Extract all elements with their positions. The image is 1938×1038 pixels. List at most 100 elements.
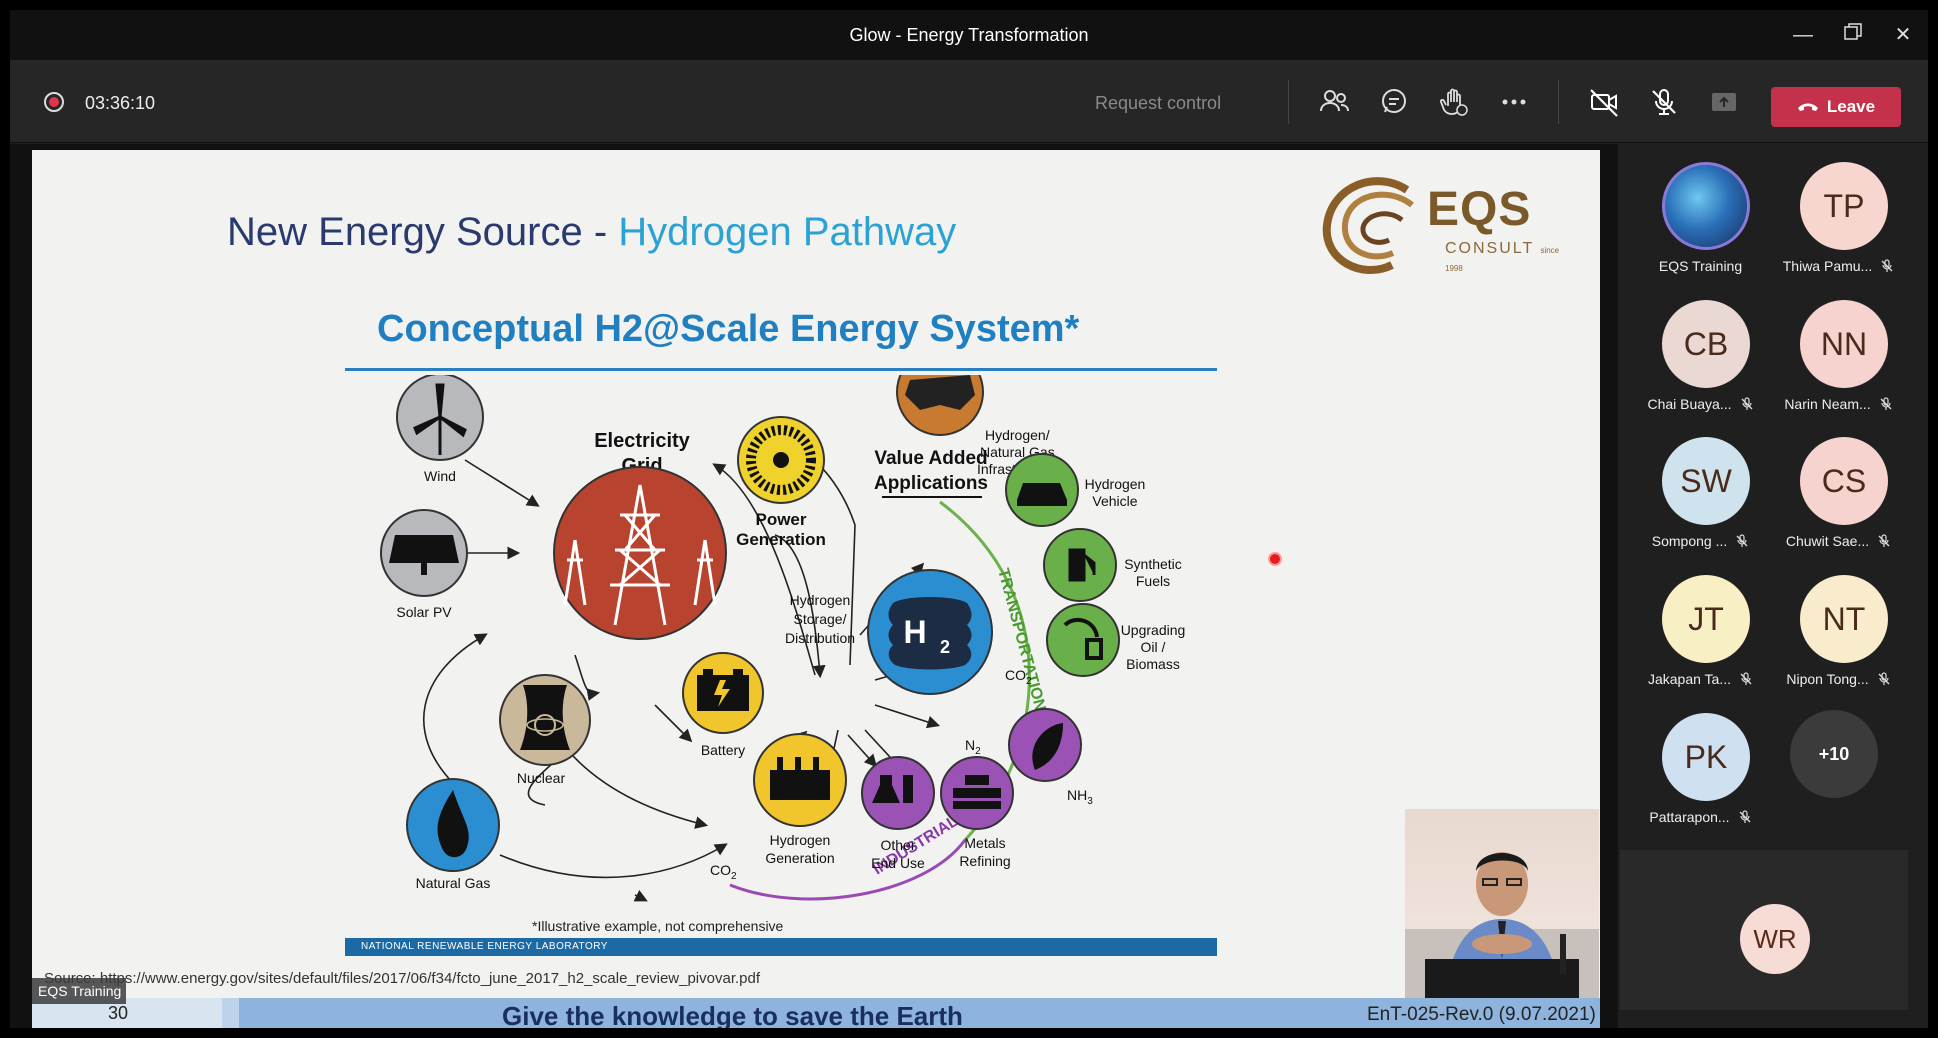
label-n2: N2 [965,737,981,757]
diagram-footnote: *Illustrative example, not comprehensive [532,918,784,934]
participant-tile[interactable]: CS Chuwit Sae... [1770,425,1907,555]
participant-avatar: CB [1662,300,1750,388]
shared-content-stage: New Energy Source - Hydrogen Pathway EQS… [10,144,1618,1028]
spotlight-avatar[interactable]: WR [1740,904,1810,974]
slide-title-main: New Energy Source - [227,210,619,254]
meeting-timer: 03:36:10 [85,93,156,113]
slide-source: Source: https://www.energy.gov/sites/def… [44,970,761,987]
request-control-button[interactable]: Request control [1095,93,1221,114]
participant-tile[interactable]: TP Thiwa Pamu... [1770,150,1907,280]
label-storage-1: Hydrogen [790,592,851,608]
eqs-consult-logo: EQS CONSULT since 1998 [1317,170,1577,280]
label-metals-1: Metals [964,835,1005,851]
mic-off-icon [1740,397,1754,414]
mic-off-icon [1738,810,1752,827]
car-icon [1017,483,1067,506]
camera-off-icon[interactable] [1586,84,1622,120]
toolbar-divider [1288,80,1289,124]
label-other-2: End Use [871,855,925,871]
label-wind: Wind [424,468,456,484]
slide-number: 30 [108,1003,129,1023]
participant-name-text: Pattarapon... [1649,809,1730,825]
mic-off-icon [1735,534,1749,551]
mic-off-icon [1739,672,1753,689]
label-nh3: NH3 [1067,787,1093,807]
label-transportation: TRANSPORTATION [994,567,1048,713]
participant-name-text: Thiwa Pamu... [1782,258,1873,274]
label-generation: Generation [736,530,826,549]
participant-tile[interactable]: JT Jakapan Ta... [1632,563,1769,693]
logo-eqs-text: EQS [1427,183,1532,236]
participant-name-text: Sompong ... [1651,533,1728,549]
close-icon[interactable]: ✕ [1890,22,1916,48]
presenter-name-label: EQS Training [32,978,126,1004]
minimize-icon[interactable]: — [1790,22,1816,48]
nuclear-plant-icon [520,685,570,750]
label-solar: Solar PV [396,604,452,620]
mic-off-icon [1880,259,1894,276]
participant-tile[interactable]: EQS Training [1632,150,1769,280]
participant-name: Pattarapon... [1632,809,1769,827]
slide-slogan: Give the knowledge to save the Earth [502,1001,963,1028]
participant-name-text: Narin Neam... [1784,396,1871,412]
label-upg-1: Upgrading [1121,622,1186,638]
label-nuclear: Nuclear [517,770,566,786]
label-electricity: Electricity [594,430,690,452]
label-synth-1: Synthetic [1124,556,1182,572]
diagram-title-rule [345,368,1217,371]
label-vehicle-1: Hydrogen [1085,476,1146,492]
presenter-figure-icon [1405,852,1599,999]
presentation-slide: New Energy Source - Hydrogen Pathway EQS… [32,150,1600,1028]
logo-consult: CONSULT [1445,240,1534,257]
participant-tile[interactable]: PK Pattarapon... [1632,701,1769,831]
battery-icon [697,669,749,711]
participant-name: Nipon Tong... [1770,671,1907,689]
mic-off-icon[interactable] [1646,84,1682,120]
participant-tile[interactable]: CB Chai Buaya... [1632,288,1769,418]
participant-avatar: TP [1800,162,1888,250]
label-applications: Applications [874,473,988,494]
participant-tile[interactable]: NN Narin Neam... [1770,288,1907,418]
us-map-icon [905,375,975,410]
participant-avatar: JT [1662,575,1750,663]
nrel-credit-bar: NATIONAL RENEWABLE ENERGY LABORATORY [345,938,1217,956]
diagram-title: Conceptual H2@Scale Energy System* [377,308,1080,350]
reactions-icon[interactable] [1436,84,1472,120]
leave-button[interactable]: Leave [1771,87,1901,127]
participant-name: Sompong ... [1632,533,1769,551]
participants-icon[interactable] [1316,84,1352,120]
label-h2: H [903,614,926,650]
more-participants-button[interactable]: +10 [1790,710,1878,798]
share-screen-icon[interactable] [1706,84,1742,120]
label-storage-3: Distribution [785,630,855,646]
label-upg-3: Biomass [1126,656,1180,672]
label-co2-lower: CO2 [710,862,737,882]
label-other-1: Other [880,837,915,853]
participant-name-text: Chuwit Sae... [1785,533,1870,549]
label-synth-2: Fuels [1136,573,1170,589]
mic-off-icon [1877,672,1891,689]
industrial-arc [729,839,967,901]
logo-consult-text: CONSULT since 1998 [1445,240,1577,276]
label-infra-1: Hydrogen/ [985,427,1050,443]
participant-tile[interactable]: SW Sompong ... [1632,425,1769,555]
participant-tile[interactable]: NT Nipon Tong... [1770,563,1907,693]
label-metals-2: Refining [959,853,1010,869]
participant-name: EQS Training [1632,258,1769,274]
chat-icon[interactable] [1376,84,1412,120]
leave-label: Leave [1826,97,1876,116]
participant-avatar: CS [1800,437,1888,525]
participant-avatar: NN [1800,300,1888,388]
mic-off-icon [1877,534,1891,551]
label-upg-2: Oil / [1141,639,1166,655]
restore-icon[interactable] [1840,22,1866,48]
slide-revision: EnT-025-Rev.0 (9.07.2021) [1367,1004,1596,1025]
window-title: Glow - Energy Transformation [849,25,1089,45]
participant-avatar [1662,162,1750,250]
swirl-logo-icon [1322,177,1414,274]
participant-name: Chuwit Sae... [1770,533,1907,551]
phone-hangup-icon [1797,103,1818,111]
participant-name-text: Chai Buaya... [1647,396,1732,412]
participant-name: Thiwa Pamu... [1770,258,1907,276]
more-options-icon[interactable] [1496,84,1532,120]
